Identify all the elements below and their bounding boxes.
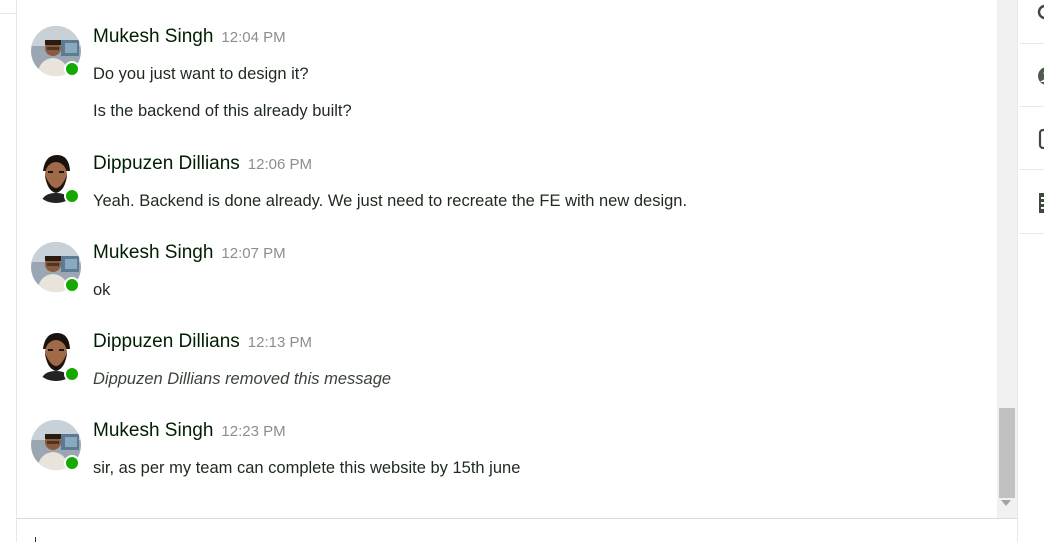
- sender-name[interactable]: Mukesh Singh: [93, 420, 213, 441]
- chat-page: Mukesh Singh 12:04 PM Do you just want to…: [0, 0, 1044, 542]
- message-text: Yeah. Backend is done already. We just n…: [93, 192, 688, 210]
- rail-button-attachments[interactable]: [1019, 107, 1044, 170]
- scrollbar-thumb[interactable]: [999, 408, 1015, 498]
- message-time: 12:04 PM: [221, 29, 286, 46]
- sender-name[interactable]: Dippuzen Dillians: [93, 331, 240, 352]
- attachment-icon: [1038, 128, 1044, 150]
- online-status-icon: [64, 61, 80, 77]
- profile-icon: [1038, 67, 1044, 85]
- message-time: 12:06 PM: [247, 156, 313, 173]
- message-header: Dippuzen Dillians 12:13 PM: [93, 331, 312, 353]
- chat-panel: Mukesh Singh 12:04 PM Do you just want to…: [16, 0, 1018, 542]
- rail-button-notes[interactable]: [1019, 171, 1044, 234]
- top-left-divider: [0, 0, 16, 14]
- message-header: Dippuzen Dillians 12:06 PM: [93, 153, 312, 175]
- scroll-down-arrow-icon[interactable]: [1001, 500, 1011, 506]
- sender-name[interactable]: Dippuzen Dillians: [93, 153, 240, 174]
- online-status-icon: [64, 277, 80, 293]
- removed-message-text: Dippuzen Dillians removed this message: [93, 370, 392, 388]
- sender-name[interactable]: Mukesh Singh: [93, 242, 213, 263]
- online-status-icon: [64, 188, 80, 204]
- text-caret: [35, 537, 36, 542]
- right-rail: [1019, 0, 1044, 542]
- message-time: 12:13 PM: [247, 334, 313, 351]
- message-header: Mukesh Singh 12:04 PM: [93, 26, 286, 48]
- message-header: Mukesh Singh 12:23 PM: [93, 420, 286, 442]
- notes-icon: [1039, 193, 1044, 213]
- message-composer[interactable]: [17, 519, 1018, 542]
- message-text: sir, as per my team can complete this we…: [93, 459, 521, 477]
- message-time: 12:23 PM: [221, 423, 286, 440]
- message-list[interactable]: Mukesh Singh 12:04 PM Do you just want to…: [17, 0, 997, 518]
- message-text: Do you just want to design it?: [93, 65, 309, 83]
- message-text: ok: [93, 281, 111, 299]
- search-icon: [1037, 4, 1044, 20]
- online-status-icon: [64, 455, 80, 471]
- message-header: Mukesh Singh 12:07 PM: [93, 242, 286, 264]
- rail-button-profile[interactable]: [1019, 44, 1044, 107]
- rail-button-search[interactable]: [1019, 0, 1044, 44]
- message-text: Is the backend of this already built?: [93, 102, 352, 120]
- message-time: 12:07 PM: [221, 245, 286, 262]
- online-status-icon: [64, 366, 80, 382]
- message-list-scrollbar[interactable]: [997, 0, 1017, 518]
- sender-name[interactable]: Mukesh Singh: [93, 26, 213, 47]
